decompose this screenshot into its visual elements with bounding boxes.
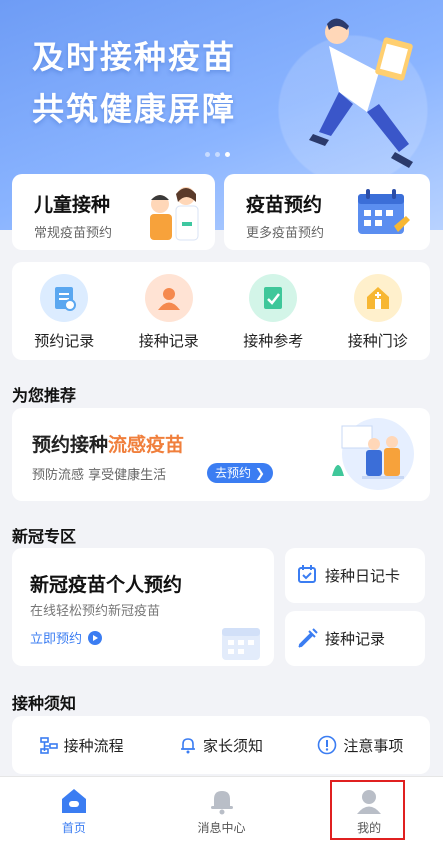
carousel-dot — [205, 152, 210, 157]
quick-entry-grid: 预约记录 接种记录 接种参考 接种门诊 — [12, 262, 430, 360]
clinic-icon — [353, 274, 402, 322]
covid-main-title: 新冠疫苗个人预约 — [30, 574, 183, 596]
covid-book-now-link[interactable]: 立即预约 — [30, 628, 103, 647]
carousel-indicator — [205, 152, 230, 157]
bell-icon — [210, 791, 233, 815]
flowchart-icon — [39, 737, 58, 754]
carousel-dot — [215, 152, 220, 157]
notice-label: 家长须知 — [202, 736, 263, 755]
calendar-watermark-icon — [222, 628, 260, 660]
quick-label: 接种参考 — [243, 332, 304, 350]
bell-icon — [180, 738, 195, 754]
notice-section-title: 接种须知 — [12, 694, 77, 713]
vaccination-diary-label: 接种日记卡 — [325, 567, 401, 585]
home-icon — [61, 789, 86, 813]
notice-label: 接种流程 — [63, 736, 124, 755]
child-nurse-illustration — [150, 187, 199, 241]
reference-icon — [249, 274, 298, 322]
go-appointment-button[interactable]: 去预约 ❯ — [207, 463, 273, 483]
notice-label: 注意事项 — [343, 736, 404, 755]
annotation-highlight-box — [330, 780, 405, 840]
vaccine-appointment-card[interactable]: 疫苗预约 更多疫苗预约 — [224, 174, 430, 250]
recommend-title-prefix: 预约接种 — [32, 434, 109, 456]
vaccination-notice-bar: 接种流程 家长须知 注意事项 — [12, 716, 430, 774]
appointment-record-icon — [40, 274, 89, 322]
quick-label: 接种记录 — [138, 332, 199, 350]
exclamation-circle-icon — [318, 735, 337, 755]
quick-appointment-records[interactable]: 预约记录 — [12, 262, 117, 360]
clinic-visit-illustration — [332, 418, 414, 490]
book-now-label: 立即预约 — [30, 632, 83, 647]
tab-home-label: 首页 — [61, 821, 86, 835]
notice-precautions[interactable]: 注意事项 — [291, 735, 430, 756]
calendar-icon — [358, 189, 410, 234]
recommend-subtitle: 预防流感 享受健康生活 — [32, 468, 167, 483]
vaccination-record-icon — [144, 274, 193, 322]
recommend-section-title: 为您推荐 — [12, 386, 77, 405]
child-vaccination-card[interactable]: 儿童接种 常规疫苗预约 — [12, 174, 215, 250]
calendar-check-icon — [298, 565, 316, 583]
quick-vaccination-clinics[interactable]: 接种门诊 — [326, 262, 431, 360]
doctor-running-illustration — [309, 18, 413, 168]
vaccination-diary-card[interactable]: 接种日记卡 — [285, 548, 425, 603]
flu-vaccine-recommend-card[interactable]: 预约接种流感疫苗 预防流感 享受健康生活 去预约 ❯ — [12, 408, 430, 501]
covid-main-subtitle: 在线轻松预约新冠疫苗 — [30, 604, 161, 619]
notice-process[interactable]: 接种流程 — [12, 735, 151, 756]
carousel-dot-active — [225, 152, 230, 157]
banner-headline-1: 及时接种疫苗 — [32, 38, 237, 76]
syringe-icon — [298, 628, 318, 648]
covid-section-title: 新冠专区 — [12, 527, 77, 546]
vaccine-appointment-sub: 更多疫苗预约 — [246, 226, 325, 241]
child-vaccination-sub: 常规疫苗预约 — [34, 226, 113, 241]
quick-label: 接种门诊 — [347, 332, 408, 350]
quick-vaccination-reference[interactable]: 接种参考 — [221, 262, 326, 360]
tab-messages-label: 消息中心 — [197, 821, 246, 835]
tab-messages[interactable]: 消息中心 — [148, 777, 296, 845]
recommend-title: 预约接种流感疫苗 — [32, 430, 184, 457]
quick-label: 预约记录 — [34, 332, 95, 350]
covid-record-label: 接种记录 — [325, 630, 386, 648]
quick-vaccination-records[interactable]: 接种记录 — [117, 262, 222, 360]
banner-headline-2: 共筑健康屏障 — [32, 90, 237, 128]
play-circle-icon — [88, 630, 103, 645]
covid-personal-appointment-card[interactable]: 新冠疫苗个人预约 在线轻松预约新冠疫苗 立即预约 — [12, 548, 274, 666]
child-vaccination-title: 儿童接种 — [34, 194, 111, 216]
covid-vaccination-record-card[interactable]: 接种记录 — [285, 611, 425, 666]
vaccine-appointment-title: 疫苗预约 — [246, 194, 323, 216]
recommend-title-highlight: 流感疫苗 — [108, 434, 185, 456]
tab-home[interactable]: 首页 — [0, 777, 148, 845]
notice-parents[interactable]: 家长须知 — [151, 735, 290, 756]
